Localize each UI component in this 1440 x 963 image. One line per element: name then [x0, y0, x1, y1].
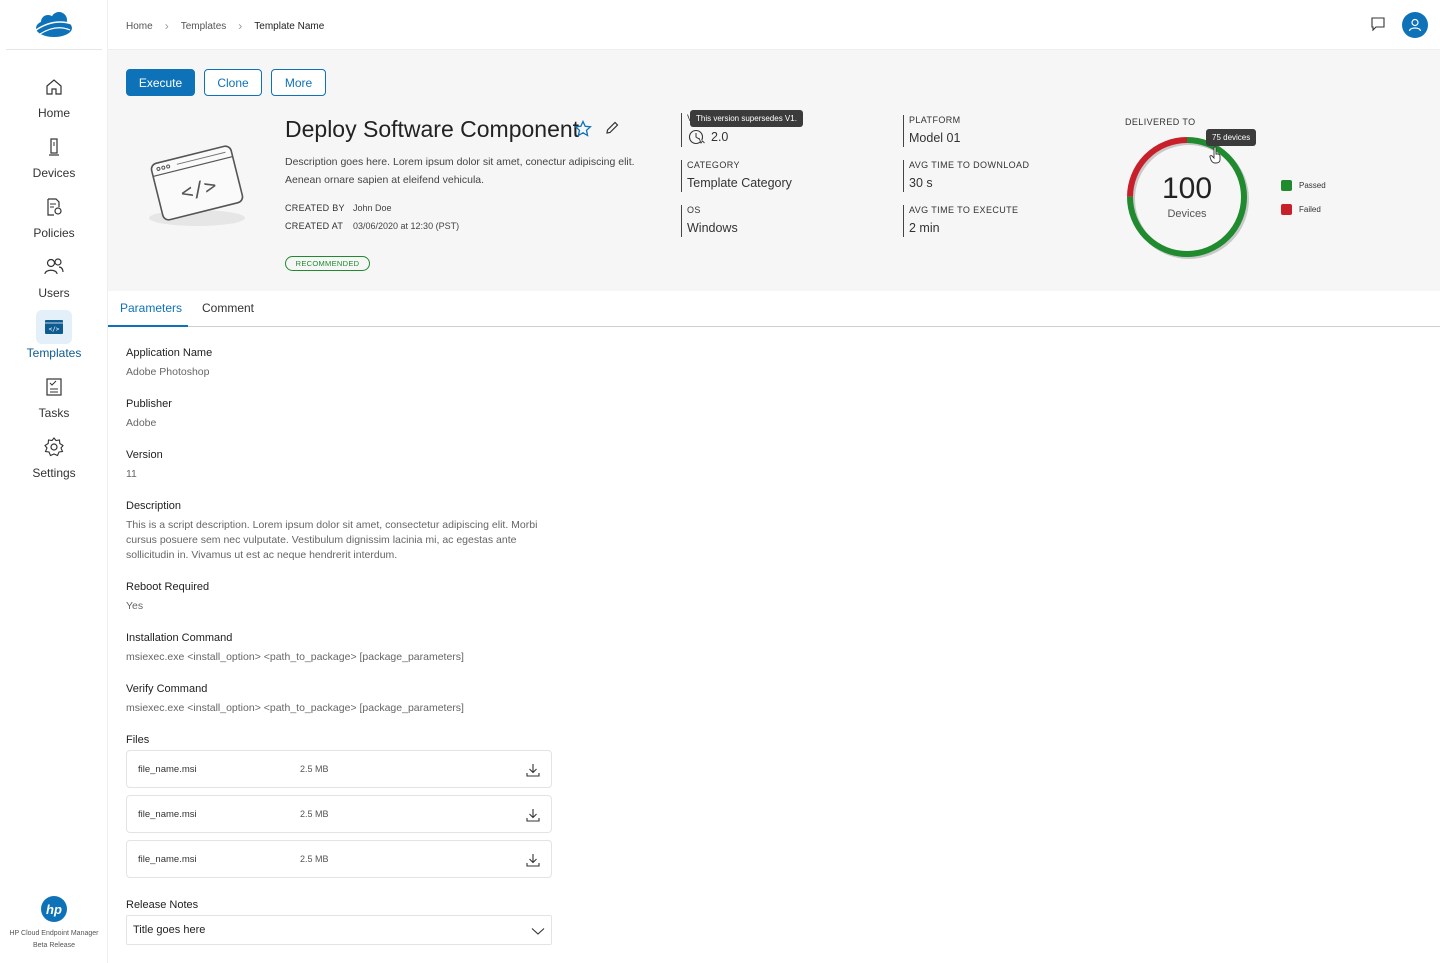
chevron-right-icon: › [164, 19, 169, 33]
file-name: file_name.msi [138, 854, 197, 865]
brand-text: HP Cloud Endpoint Manager Beta Release [9, 930, 99, 949]
active-tab-indicator [108, 325, 188, 327]
recommended-badge: RECOMMENDED [285, 256, 370, 271]
sidebar-item-label: Devices [32, 166, 76, 180]
param-version: Version 11 [126, 449, 163, 480]
device-icon [36, 130, 72, 164]
file-name: file_name.msi [138, 809, 197, 820]
users-icon [36, 250, 72, 284]
failed-swatch [1281, 204, 1292, 215]
hp-logo-icon: hp [41, 896, 67, 922]
version-tooltip: This version supersedes V1. [690, 110, 803, 127]
release-notes-label: Release Notes [126, 899, 199, 911]
file-row: file_name.msi 2.5 MB [126, 840, 552, 878]
os-field: OS Windows [681, 205, 738, 237]
download-icon[interactable] [525, 852, 541, 868]
param-publisher: Publisher Adobe [126, 398, 172, 429]
topbar: Home › Templates › Template Name [108, 0, 1440, 50]
tab-parameters[interactable]: Parameters [120, 301, 182, 315]
sidebar-item-label: Users [38, 286, 70, 300]
hand-cursor-icon [1209, 146, 1221, 164]
version-value: 2.0 [711, 130, 729, 144]
param-description: Description This is a script description… [126, 500, 538, 561]
edit-pencil-icon[interactable] [604, 120, 620, 136]
chevron-right-icon: › [238, 19, 243, 33]
legend-failed: Failed [1281, 204, 1321, 215]
file-row: file_name.msi 2.5 MB [126, 795, 552, 833]
files-label: Files [126, 734, 150, 746]
tab-comment[interactable]: Comment [202, 301, 254, 315]
template-thumbnail-icon: </> [149, 145, 245, 226]
download-icon[interactable] [525, 762, 541, 778]
execute-button[interactable]: Execute [126, 69, 195, 96]
star-icon[interactable] [574, 120, 592, 138]
breadcrumb-templates[interactable]: Templates [181, 21, 227, 32]
sidebar-item-label: Home [37, 106, 70, 120]
gear-icon [36, 430, 72, 464]
clone-button[interactable]: Clone [204, 69, 262, 96]
file-size: 2.5 MB [300, 854, 329, 864]
more-button[interactable]: More [271, 69, 326, 96]
page-title: Deploy Software Component [285, 116, 580, 142]
sidebar-item-tasks[interactable]: Tasks [0, 370, 108, 426]
sidebar-item-label: Settings [32, 466, 76, 480]
sidebar-item-users[interactable]: Users [0, 250, 108, 306]
chat-icon[interactable] [1370, 16, 1386, 32]
sidebar-item-devices[interactable]: Devices [0, 130, 108, 186]
sidebar-item-label: Templates [26, 346, 82, 360]
template-icon: </> [36, 310, 72, 344]
download-icon[interactable] [525, 807, 541, 823]
param-reboot-required: Reboot Required Yes [126, 581, 210, 612]
release-notes-value: Title goes here [133, 924, 206, 936]
file-size: 2.5 MB [300, 764, 329, 774]
delivered-unit: Devices [1167, 208, 1207, 220]
history-icon[interactable] [687, 129, 707, 145]
release-notes-select[interactable]: Title goes here [126, 915, 552, 945]
legend-passed: Passed [1281, 180, 1326, 191]
sidebar-item-label: Tasks [38, 406, 70, 420]
avg-download-field: AVG TIME TO DOWNLOAD 30 s [903, 160, 1029, 192]
logo-divider [6, 49, 102, 50]
created-at-row: CREATED AT 03/06/2020 at 12:30 (PST) [285, 221, 460, 231]
sidebar: Home Devices Policies Users </> Template… [0, 0, 108, 963]
platform-field: PLATFORM Model 01 [903, 115, 961, 147]
avatar[interactable] [1402, 12, 1428, 38]
chevron-down-icon [531, 928, 545, 935]
home-icon [36, 70, 72, 104]
param-application-name: Application Name Adobe Photoshop [126, 347, 213, 378]
breadcrumb-home[interactable]: Home [126, 21, 153, 32]
cloud-logo-icon [35, 12, 73, 37]
sidebar-item-home[interactable]: Home [0, 70, 108, 126]
delivered-to-label: DELIVERED TO [1125, 117, 1196, 127]
delivered-total: 100 [1161, 172, 1213, 205]
tab-bar: Parameters Comment [108, 291, 1440, 327]
template-description: Description goes here. Lorem ipsum dolor… [285, 156, 635, 186]
svg-text:hp: hp [46, 902, 62, 917]
file-name: file_name.msi [138, 764, 197, 775]
category-field: CATEGORY Template Category [681, 160, 792, 192]
sidebar-item-label: Policies [33, 226, 75, 240]
param-verify-command: Verify Command msiexec.exe <install_opti… [126, 683, 464, 714]
file-row: file_name.msi 2.5 MB [126, 750, 552, 788]
breadcrumb-current: Template Name [254, 20, 325, 32]
param-installation-command: Installation Command msiexec.exe <instal… [126, 632, 464, 663]
template-header: Execute Clone More </> Deploy Software C… [108, 50, 1440, 291]
user-icon [1408, 18, 1422, 32]
passed-swatch [1281, 180, 1292, 191]
policy-icon [36, 190, 72, 224]
sidebar-item-settings[interactable]: Settings [0, 430, 108, 486]
avg-execute-field: AVG TIME TO EXECUTE 2 min [903, 205, 1018, 237]
svg-text:</>: </> [49, 326, 60, 333]
sidebar-item-policies[interactable]: Policies [0, 190, 108, 246]
file-size: 2.5 MB [300, 809, 329, 819]
tasks-icon [36, 370, 72, 404]
created-by-row: CREATED BY John Doe [285, 203, 392, 213]
breadcrumb: Home › Templates › Template Name [126, 19, 324, 33]
passed-tooltip: 75 devices [1206, 129, 1257, 146]
sidebar-item-templates[interactable]: </> Templates [0, 310, 108, 366]
